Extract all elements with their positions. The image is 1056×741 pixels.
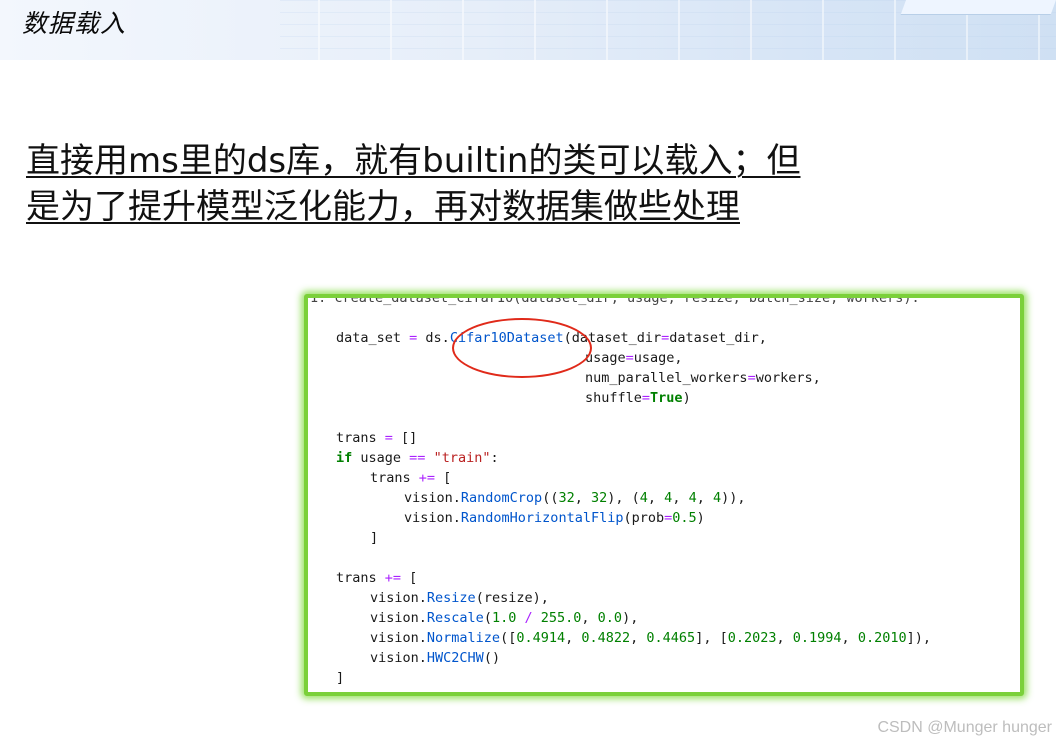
code-line: vision.RandomHorizontalFlip(prob=0.5) bbox=[404, 510, 705, 526]
code-line: vision.Rescale(1.0 / 255.0, 0.0), bbox=[370, 610, 639, 626]
code-line-cut: 1. create_dataset_cifar10(dataset_dir, u… bbox=[310, 294, 920, 306]
heading-line-1: 直接用ms里的ds库，就有builtin的类可以载入；但 bbox=[26, 141, 801, 181]
code-line: shuffle=True) bbox=[585, 390, 691, 406]
code-line: if usage == "train": bbox=[336, 450, 499, 466]
code-line: trans += [ bbox=[370, 470, 452, 486]
red-annotation-circle bbox=[452, 318, 592, 378]
slide-header-band: 数据载入 bbox=[0, 0, 1056, 60]
watermark: CSDN @Munger hunger bbox=[877, 719, 1052, 736]
code-line: trans = [] bbox=[336, 430, 418, 446]
header-panel-decoration bbox=[900, 0, 1056, 15]
slide-heading: 直接用ms里的ds库，就有builtin的类可以载入；但 是为了提升模型泛化能力… bbox=[26, 138, 846, 230]
heading-line-2: 是为了提升模型泛化能力，再对数据集做些处理 bbox=[26, 187, 740, 227]
code-line: usage=usage, bbox=[585, 350, 683, 366]
code-line: vision.Normalize([0.4914, 0.4822, 0.4465… bbox=[370, 630, 931, 646]
code-line: vision.Resize(resize), bbox=[370, 590, 549, 606]
slide-title: 数据载入 bbox=[22, 9, 127, 38]
code-block: 1. create_dataset_cifar10(dataset_dir, u… bbox=[308, 298, 1020, 692]
code-line: trans += [ bbox=[336, 570, 418, 586]
code-line: ] bbox=[336, 670, 345, 686]
code-screenshot: 1. create_dataset_cifar10(dataset_dir, u… bbox=[304, 294, 1024, 696]
code-line: ] bbox=[370, 530, 379, 546]
code-line: vision.HWC2CHW() bbox=[370, 650, 501, 666]
code-line: num_parallel_workers=workers, bbox=[585, 370, 821, 386]
code-line: vision.RandomCrop((32, 32), (4, 4, 4, 4)… bbox=[404, 490, 746, 506]
